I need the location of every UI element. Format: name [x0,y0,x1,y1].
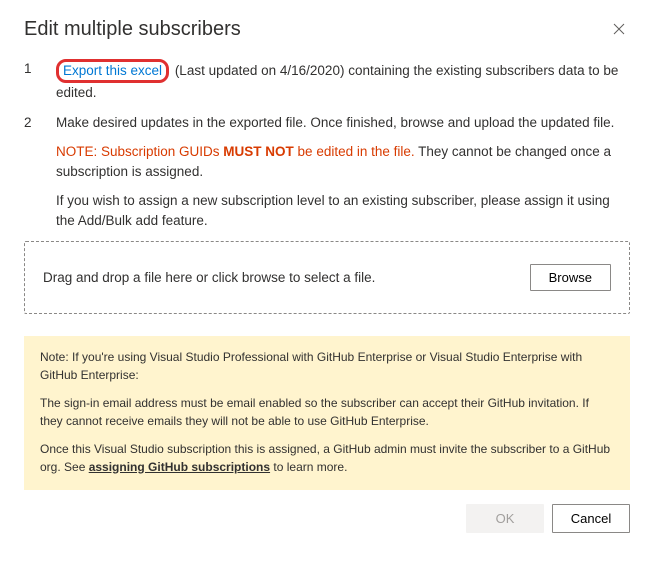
step-2-number: 2 [24,113,56,133]
github-note-1: Note: If you're using Visual Studio Prof… [40,348,614,384]
browse-button[interactable]: Browse [530,264,611,291]
ok-button: OK [466,504,544,533]
export-highlight-box: Export this excel [56,59,169,83]
export-excel-link[interactable]: Export this excel [63,63,162,78]
step-2-text: Make desired updates in the exported fil… [56,113,630,133]
dialog-title: Edit multiple subscribers [24,18,608,41]
github-note-2: The sign-in email address must be email … [40,394,614,430]
assigning-github-link[interactable]: assigning GitHub subscriptions [89,460,270,474]
github-note-3: Once this Visual Studio subscription thi… [40,440,614,476]
step-1-number: 1 [24,59,56,103]
dropzone-text: Drag and drop a file here or click brows… [43,270,530,285]
cancel-button[interactable]: Cancel [552,504,630,533]
assign-note: If you wish to assign a new subscription… [56,191,630,230]
close-icon[interactable] [608,18,630,40]
guid-note: NOTE: Subscription GUIDs MUST NOT be edi… [56,142,630,181]
github-note-box: Note: If you're using Visual Studio Prof… [24,336,630,490]
file-dropzone[interactable]: Drag and drop a file here or click brows… [24,241,630,314]
